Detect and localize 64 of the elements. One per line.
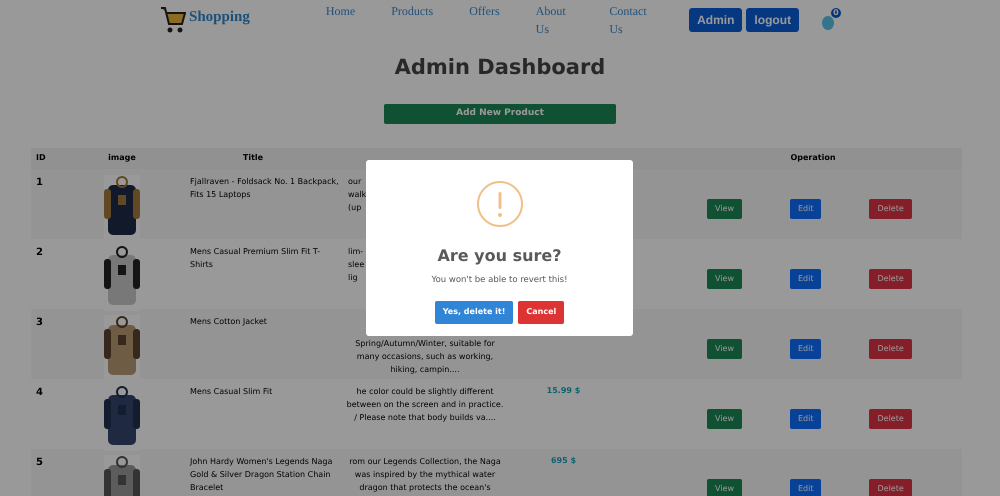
description-text: was inspired by the mythical water: [354, 468, 496, 480]
nav-link[interactable]: Offers: [469, 2, 500, 38]
edit-button[interactable]: Edit: [790, 198, 822, 218]
description-text: / Please note that body builds va....: [354, 412, 496, 424]
description-text: he color could be slightly different: [356, 386, 494, 398]
add-product-button[interactable]: Add New Product: [384, 104, 616, 124]
view-button[interactable]: View: [707, 478, 742, 496]
id-cell-text: 4: [35, 386, 44, 400]
description-text: Spring/Autumn/Winter, suitable for: [355, 338, 495, 350]
title-cell-text: Mens Casual Slim Fit: [190, 386, 274, 398]
page-heading: Admin Dashboard: [394, 54, 606, 81]
description-text: our: [348, 176, 362, 188]
title-cell-text: John Hardy Women's Legends Naga Gold & Silver Dragon Station Chain Bracelet: [190, 456, 334, 494]
cart-count: 0: [831, 8, 841, 18]
column-header: Title: [242, 152, 264, 164]
logout-button[interactable]: logout: [746, 8, 800, 32]
description-text: slee: [348, 258, 364, 270]
id-cell-text: 5: [35, 456, 44, 470]
delete-button[interactable]: Delete: [869, 338, 912, 358]
description-text: dragon that protects the ocean's: [359, 482, 491, 494]
title-cell-text: Fjallraven - Foldsack No. 1 Backpack, Fits 15 Laptops: [190, 176, 340, 201]
id-cell-text: 2: [35, 246, 44, 260]
dialog-message: You won't be able to revert this!: [432, 274, 568, 287]
description-text: lim-: [348, 246, 364, 258]
id-cell-text: 3: [35, 316, 44, 330]
title-cell-text: Mens Cotton Jacket: [190, 316, 268, 328]
confirm-button[interactable]: Yes, delete it!: [434, 300, 514, 324]
delete-button[interactable]: Delete: [869, 478, 912, 496]
view-button[interactable]: View: [707, 268, 742, 288]
delete-button[interactable]: Delete: [869, 268, 912, 288]
description-text: many occasions, such as working,: [356, 350, 494, 362]
nav-link[interactable]: Contact Us: [609, 2, 654, 38]
nav-link[interactable]: Products: [391, 2, 434, 38]
description-text: walk: [348, 188, 366, 200]
edit-button[interactable]: Edit: [790, 408, 822, 428]
edit-button[interactable]: Edit: [790, 338, 822, 358]
description-text: hiking, campin....: [390, 364, 460, 376]
nav-link[interactable]: About Us: [536, 2, 574, 38]
brand-name[interactable]: Shopping: [189, 6, 250, 28]
dialog-title: Are you sure?: [437, 245, 562, 267]
edit-button[interactable]: Edit: [790, 268, 822, 288]
view-button[interactable]: View: [707, 198, 742, 218]
title-cell-text: Mens Casual Premium Slim Fit T-Shirts: [190, 246, 321, 270]
column-header: image: [107, 152, 137, 164]
nav-link[interactable]: Home: [326, 2, 356, 38]
delete-button[interactable]: Delete: [869, 198, 912, 218]
id-cell-text: 1: [35, 176, 44, 190]
bag-icon[interactable]: [821, 13, 836, 31]
edit-button[interactable]: Edit: [790, 478, 822, 496]
description-text: between on the screen and in practice.: [346, 398, 504, 410]
admin-button[interactable]: Admin: [689, 8, 742, 32]
warning-icon: [476, 180, 524, 228]
delete-button[interactable]: Delete: [869, 408, 912, 428]
price-text: 695 $: [550, 456, 576, 464]
description-text: lig: [348, 272, 358, 284]
column-header: Operation: [789, 152, 837, 164]
cancel-button[interactable]: Cancel: [518, 300, 564, 324]
column-header: ID: [35, 152, 47, 164]
cart-icon[interactable]: [160, 5, 186, 35]
view-button[interactable]: View: [707, 338, 742, 358]
price-text: 15.99 $: [546, 386, 580, 394]
view-button[interactable]: View: [707, 408, 742, 428]
description-text: (up: [348, 202, 362, 214]
description-text: rom our Legends Collection, the Naga: [349, 456, 501, 468]
